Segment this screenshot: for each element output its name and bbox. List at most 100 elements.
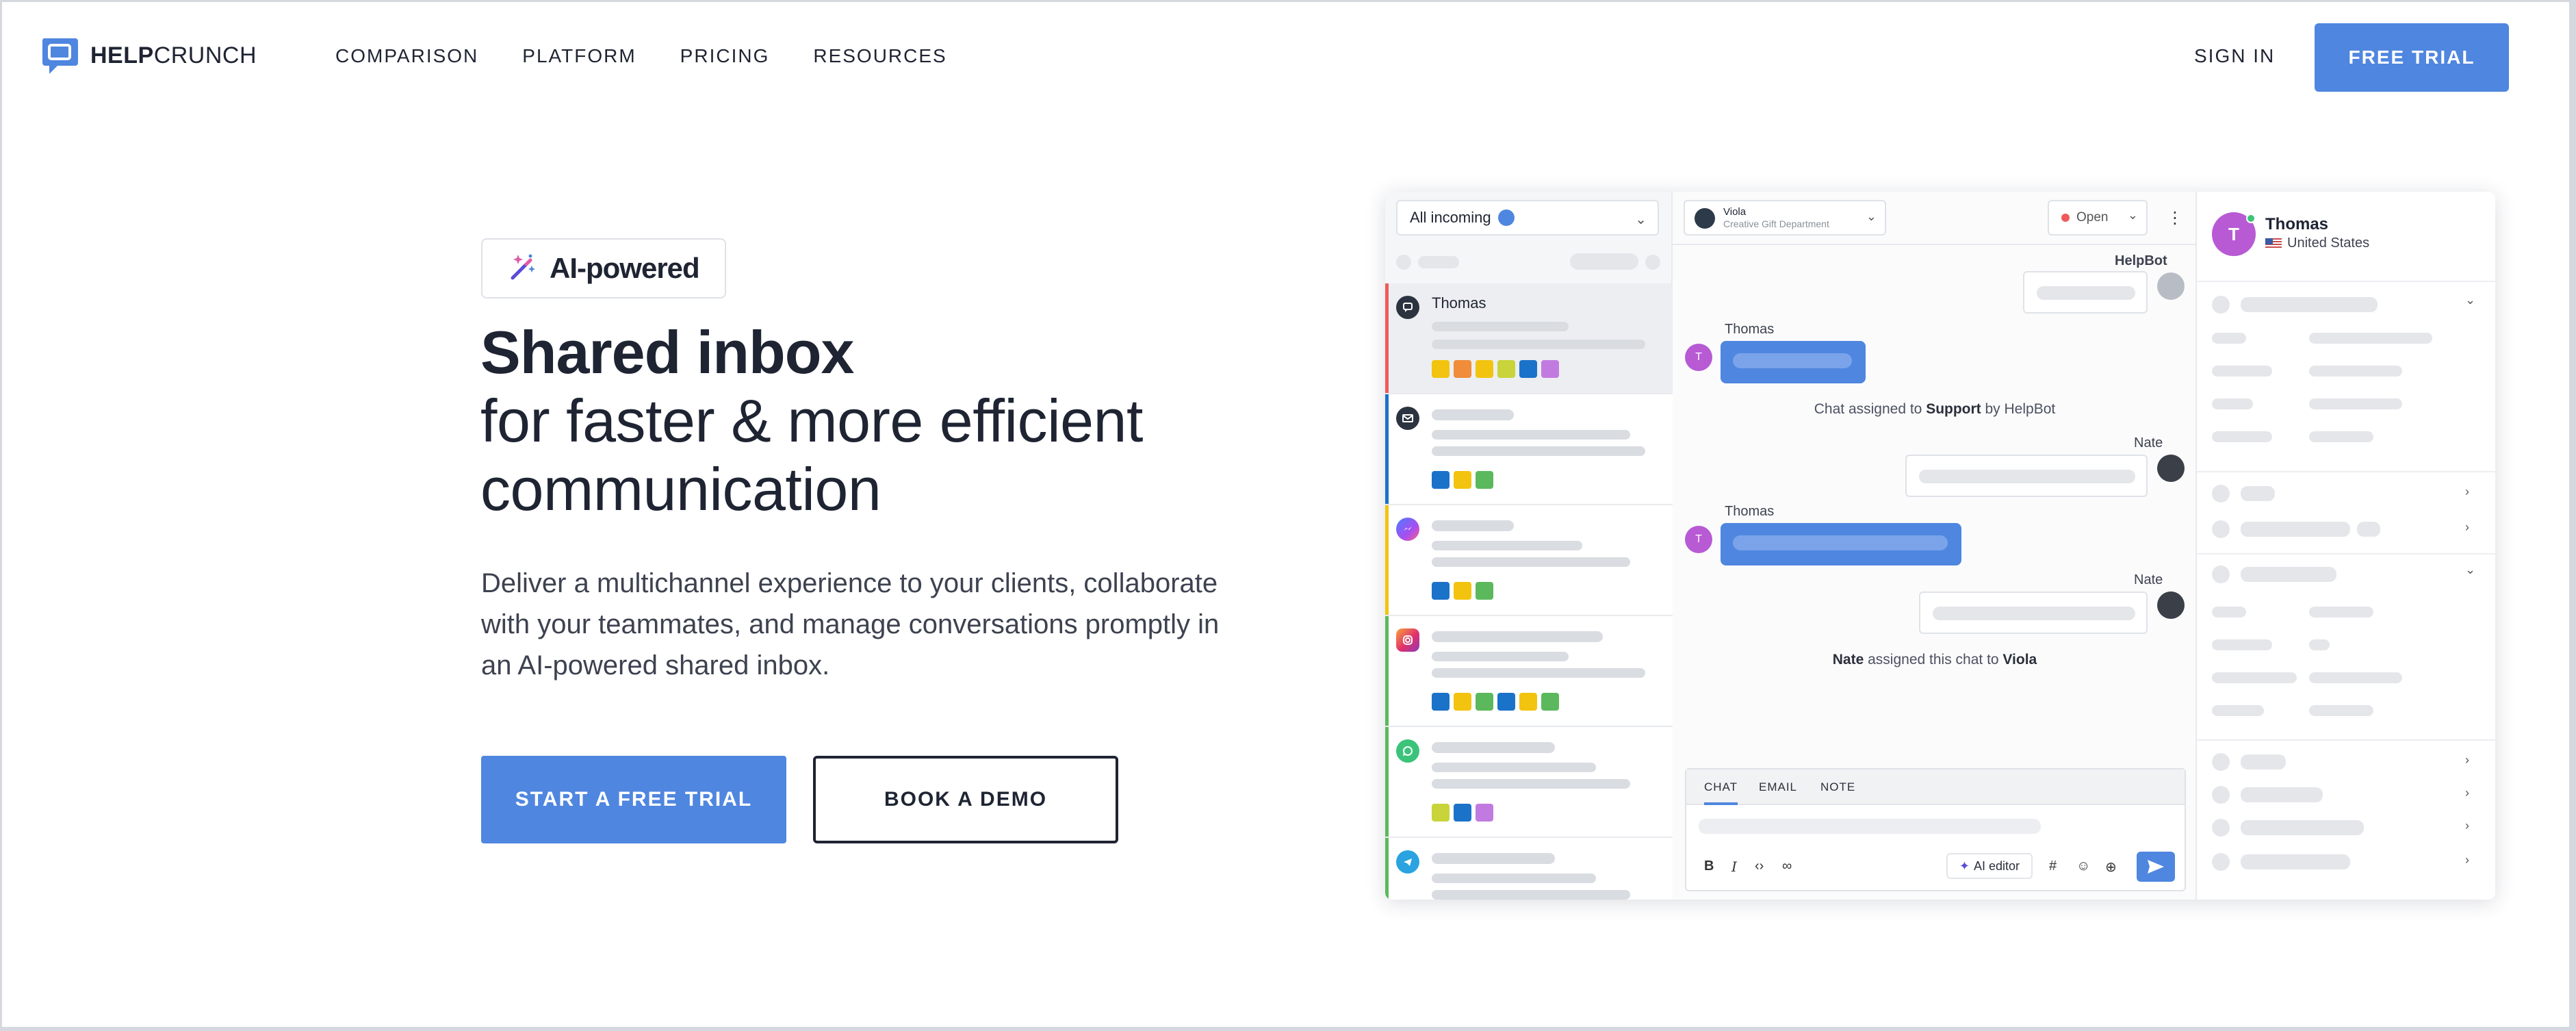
chevron-right-icon[interactable]: › <box>2465 786 2469 800</box>
skeleton <box>1933 607 2135 620</box>
chevron-right-icon[interactable]: › <box>2465 819 2469 833</box>
nav-platform[interactable]: PLATFORM <box>522 45 636 67</box>
italic-icon[interactable]: I <box>1731 858 1737 875</box>
hashtag-icon[interactable]: # <box>2049 858 2057 874</box>
assignee-selector[interactable]: Viola Creative Gift Department ⌄ <box>1684 200 1886 236</box>
helpcrunch-logo[interactable]: HELPCRUNCH <box>40 36 257 75</box>
send-button[interactable] <box>2137 852 2175 882</box>
chevron-down-icon: ⌄ <box>1866 209 1877 223</box>
chevron-right-icon[interactable]: › <box>2465 485 2469 499</box>
bold-icon[interactable]: B <box>1704 858 1714 874</box>
ai-editor-button[interactable]: ✦ AI editor <box>1946 853 2033 879</box>
skeleton <box>1570 253 1638 270</box>
chevron-right-icon[interactable]: › <box>2465 520 2469 535</box>
skeleton <box>2309 607 2373 618</box>
skeleton <box>1432 652 1569 661</box>
channel-color-bar <box>1385 616 1389 726</box>
tag <box>1454 693 1471 711</box>
add-icon[interactable]: ⊕ <box>2105 858 2117 876</box>
filter-label: All incoming <box>1410 209 1491 226</box>
skeleton <box>1645 255 1660 270</box>
code-icon[interactable]: ‹› <box>1755 858 1764 874</box>
skeleton <box>1432 409 1514 420</box>
chevron-down-icon: ⌄ <box>1635 212 1647 227</box>
agent-name: Viola <box>1723 206 1747 218</box>
tab-note[interactable]: NOTE <box>1820 780 1855 794</box>
channel-color-bar <box>1385 283 1389 393</box>
conversation-tags <box>1432 360 1559 378</box>
conversation-item-messenger[interactable] <box>1385 505 1673 616</box>
agent-avatar-nate <box>2157 455 2185 482</box>
sign-in-link[interactable]: SIGN IN <box>2194 45 2275 67</box>
skeleton <box>1432 668 1645 678</box>
customer-info-panel: T Thomas United States ⌄ › › ⌄ › › › › <box>2197 192 2495 900</box>
divider <box>2197 739 2495 741</box>
us-flag-icon <box>2265 238 2282 249</box>
conversation-item-instagram[interactable] <box>1385 616 1673 727</box>
skeleton <box>1432 779 1630 789</box>
skeleton <box>1432 853 1555 864</box>
skeleton <box>2309 639 2330 650</box>
tab-chat[interactable]: CHAT <box>1704 780 1738 805</box>
conversation-item-email[interactable] <box>1385 394 1673 505</box>
free-trial-button[interactable]: FREE TRIAL <box>2315 23 2509 92</box>
skeleton <box>1432 890 1630 900</box>
tag <box>1476 471 1493 489</box>
skeleton <box>1432 430 1630 440</box>
chat-bubble-logo-icon <box>40 36 79 75</box>
tag <box>1454 360 1471 378</box>
link-icon[interactable]: ∞ <box>1782 858 1792 874</box>
agent-message <box>1919 591 2148 634</box>
tag <box>1454 582 1471 600</box>
conversation-name: Thomas <box>1432 294 1486 311</box>
chevron-right-icon[interactable]: › <box>2465 853 2469 867</box>
divider <box>2197 553 2495 555</box>
skeleton <box>2241 754 2286 769</box>
ai-powered-badge: AI-powered <box>481 238 726 298</box>
helpbot-avatar <box>2157 272 2185 300</box>
badge-label: AI-powered <box>550 252 700 284</box>
skeleton <box>2309 366 2402 377</box>
nav-comparison[interactable]: COMPARISON <box>335 45 478 67</box>
tag <box>1454 804 1471 822</box>
skeleton <box>2212 333 2246 344</box>
hero-subtitle-line2: communication <box>480 455 881 523</box>
skeleton <box>1733 535 1948 550</box>
conversation-item-whatsapp[interactable] <box>1385 727 1673 838</box>
skeleton <box>2212 520 2230 538</box>
skeleton <box>2241 567 2336 582</box>
skeleton <box>2212 398 2253 409</box>
conversation-tags <box>1432 582 1493 600</box>
customer-avatar: T <box>1685 526 1712 553</box>
tag <box>1432 693 1450 711</box>
skeleton <box>2212 485 2230 502</box>
skeleton <box>1396 255 1411 270</box>
chevron-right-icon[interactable]: › <box>2465 753 2469 767</box>
telegram-channel-icon <box>1396 850 1419 874</box>
skeleton <box>2212 431 2272 442</box>
divider <box>1673 244 2197 245</box>
skeleton <box>1432 322 1569 331</box>
conversation-item-telegram[interactable] <box>1385 838 1673 900</box>
skeleton <box>1432 446 1645 456</box>
status-dropdown[interactable]: Open ⌄ <box>2048 200 2148 236</box>
skeleton <box>1432 631 1603 642</box>
inbox-filter-dropdown[interactable]: All incoming ⌄ <box>1396 200 1659 236</box>
skeleton <box>1432 541 1582 550</box>
skeleton <box>2212 296 2230 314</box>
chevron-down-icon[interactable]: ⌄ <box>2465 293 2475 307</box>
tag <box>1476 582 1493 600</box>
more-options-icon[interactable]: ⋮ <box>2167 208 2183 228</box>
start-free-trial-button[interactable]: START A FREE TRIAL <box>481 756 786 843</box>
tab-email[interactable]: EMAIL <box>1759 780 1797 794</box>
chevron-down-icon[interactable]: ⌄ <box>2465 563 2475 577</box>
nav-pricing[interactable]: PRICING <box>680 45 770 67</box>
skeleton <box>1432 742 1555 753</box>
nav-resources[interactable]: RESOURCES <box>813 45 946 67</box>
conversation-item-thomas[interactable]: Thomas <box>1385 283 1673 394</box>
composer-input[interactable] <box>1699 819 2041 834</box>
online-status-dot <box>2246 214 2256 223</box>
emoji-icon[interactable]: ☺ <box>2076 858 2090 874</box>
chevron-down-icon: ⌄ <box>2127 208 2138 222</box>
book-demo-button[interactable]: BOOK A DEMO <box>813 756 1118 843</box>
